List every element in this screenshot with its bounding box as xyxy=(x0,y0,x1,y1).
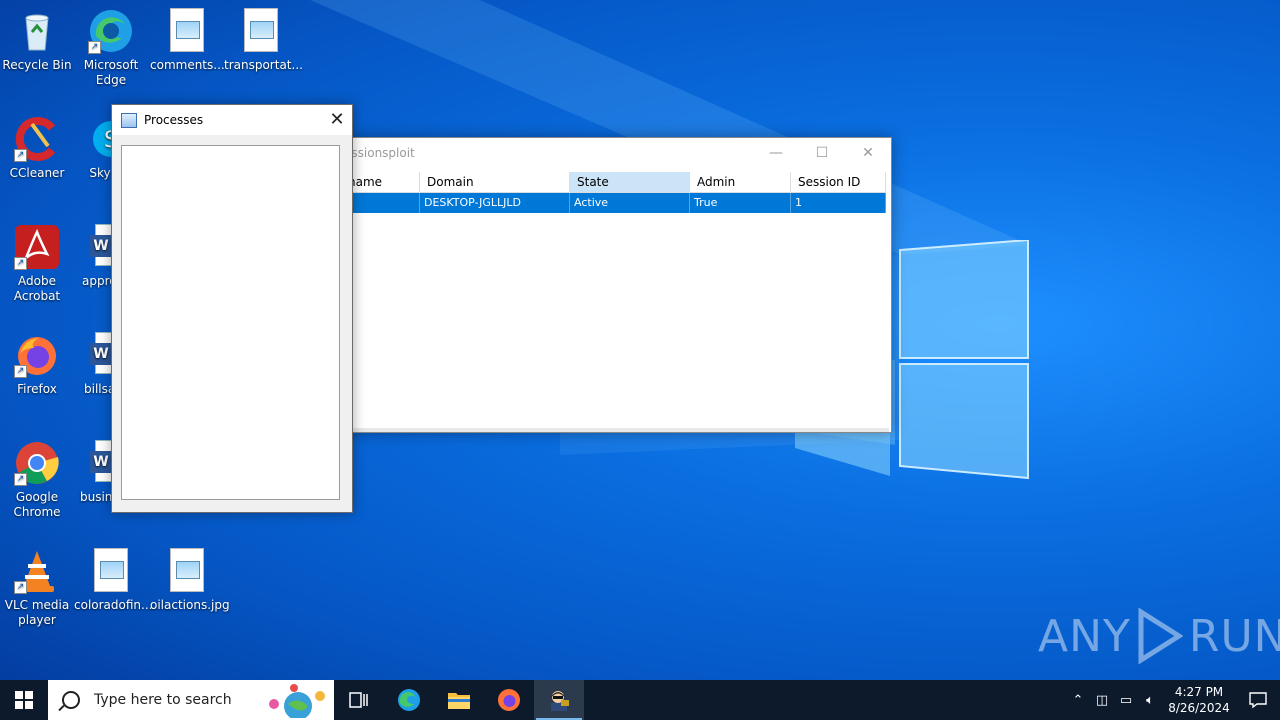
processes-titlebar[interactable]: Processes ✕ xyxy=(112,105,352,135)
column-header-state[interactable]: State xyxy=(570,172,690,193)
desktop-icon-chrome[interactable]: ↗ Google Chrome xyxy=(0,434,74,520)
clock-date: 8/26/2024 xyxy=(1168,701,1230,715)
cell-domain: DESKTOP-JGLLJLD xyxy=(420,193,570,213)
search-icon xyxy=(62,691,80,709)
desktop-icon-transportat[interactable]: transportat... xyxy=(224,2,303,73)
processes-app-icon xyxy=(121,112,137,128)
column-header-admin[interactable]: Admin xyxy=(690,172,791,193)
image-file-icon xyxy=(238,8,284,54)
desktop-icon-skype[interactable]: S Sky xyxy=(74,110,112,181)
shortcut-arrow-icon: ↗ xyxy=(14,365,27,378)
cell-session-id: 1 xyxy=(791,193,886,213)
action-center-button[interactable] xyxy=(1236,691,1280,709)
watermark-text-right: RUN xyxy=(1188,610,1280,662)
minimize-button[interactable]: — xyxy=(753,138,799,168)
network-icon[interactable]: ▭ xyxy=(1114,693,1138,708)
table-header: name Domain State Admin Session ID xyxy=(341,172,887,193)
search-highlight-illustration xyxy=(269,684,325,718)
desktop-icon-oilactions[interactable]: oilactions.jpg xyxy=(150,542,230,613)
desktop-icon-acrobat[interactable]: ↗ Adobe Acrobat xyxy=(0,218,74,304)
taskbar-sessionsploit[interactable] xyxy=(534,680,584,720)
edge-icon: ↗ xyxy=(88,8,134,54)
desktop-icon-firefox[interactable]: ↗ Firefox xyxy=(0,326,74,397)
edge-icon xyxy=(398,689,420,711)
ccleaner-icon: ↗ xyxy=(14,116,60,162)
system-tray: ⌃ ◫ ▭ 🔈︎ 4:27 PM 8/26/2024 xyxy=(1066,680,1280,720)
window-bottom-edge xyxy=(341,428,889,432)
windows-start-icon xyxy=(15,691,33,709)
column-header-domain[interactable]: Domain xyxy=(420,172,570,193)
desktop-icon-edge[interactable]: ↗ Microsoft Edge xyxy=(74,2,148,88)
image-file-icon xyxy=(88,548,134,594)
sessions-window-title: essionsploit xyxy=(344,146,415,160)
cell-state: Active xyxy=(570,193,690,213)
shortcut-arrow-icon: ↗ xyxy=(88,41,101,54)
volume-icon[interactable]: 🔈︎ xyxy=(1138,693,1162,708)
meet-now-icon[interactable]: ◫ xyxy=(1090,693,1114,708)
desktop-icon-busine[interactable]: W busine xyxy=(74,434,112,505)
watermark-text-left: ANY xyxy=(1038,610,1131,662)
recycle-bin-icon xyxy=(14,8,60,54)
maximize-button[interactable]: ☐ xyxy=(799,138,845,168)
desktop-icon-comments[interactable]: comments... xyxy=(150,2,225,73)
taskbar-search-box[interactable]: Type here to search xyxy=(48,680,334,720)
taskbar-clock[interactable]: 4:27 PM 8/26/2024 xyxy=(1162,684,1236,716)
word-doc-icon: W xyxy=(88,224,112,270)
processes-window-title: Processes xyxy=(144,113,204,127)
image-file-icon xyxy=(164,548,210,594)
image-file-icon xyxy=(164,8,210,54)
desktop-icon-coloradofin[interactable]: coloradofin... xyxy=(74,542,152,613)
close-button[interactable]: ✕ xyxy=(845,138,891,168)
taskbar-firefox[interactable] xyxy=(484,680,534,720)
play-logo-icon xyxy=(1138,608,1183,664)
task-view-button[interactable] xyxy=(334,680,384,720)
processes-window[interactable]: Processes ✕ xyxy=(111,104,353,513)
start-button[interactable] xyxy=(0,680,48,720)
sessions-titlebar[interactable]: essionsploit — ☐ ✕ xyxy=(341,138,891,168)
notification-icon xyxy=(1249,692,1267,709)
search-placeholder: Type here to search xyxy=(94,692,232,708)
sessions-window[interactable]: essionsploit — ☐ ✕ name Domain State Adm… xyxy=(340,137,892,433)
task-view-icon xyxy=(349,692,368,708)
clock-time: 4:27 PM xyxy=(1174,685,1224,699)
shortcut-arrow-icon: ↗ xyxy=(14,581,27,594)
chevron-up-icon[interactable]: ⌃ xyxy=(1066,693,1090,708)
close-button[interactable]: ✕ xyxy=(322,105,352,135)
shortcut-arrow-icon: ↗ xyxy=(14,257,27,270)
desktop-icon-appro[interactable]: W appro xyxy=(74,218,112,289)
table-row[interactable]: DESKTOP-JGLLJLD Active True 1 xyxy=(341,193,887,213)
taskbar-file-explorer[interactable] xyxy=(434,680,484,720)
hacker-app-icon xyxy=(551,691,569,711)
firefox-icon: ↗ xyxy=(14,332,60,378)
shortcut-arrow-icon: ↗ xyxy=(14,149,27,162)
shortcut-arrow-icon: ↗ xyxy=(14,473,27,486)
sessions-table: name Domain State Admin Session ID DESKT… xyxy=(341,172,887,213)
word-doc-icon: W xyxy=(88,332,112,378)
file-explorer-icon xyxy=(448,693,470,709)
taskbar: Type here to search ⌃ ◫ ▭ 🔈︎ 4:27 PM 8/2… xyxy=(0,680,1280,720)
column-header-session-id[interactable]: Session ID xyxy=(791,172,886,193)
acrobat-icon: ↗ xyxy=(14,224,60,270)
word-doc-icon: W xyxy=(88,440,112,486)
desktop-icon-vlc[interactable]: ↗ VLC media player xyxy=(0,542,74,628)
chrome-icon: ↗ xyxy=(14,440,60,486)
desktop-icon-recycle-bin[interactable]: Recycle Bin xyxy=(0,2,74,73)
desktop-icon-ccleaner[interactable]: ↗ CCleaner xyxy=(0,110,74,181)
firefox-icon xyxy=(498,689,520,711)
vlc-icon: ↗ xyxy=(14,548,60,594)
desktop-icon-billsa[interactable]: W billsa xyxy=(74,326,112,397)
anyrun-watermark: ANY RUN xyxy=(1038,608,1280,664)
cell-admin: True xyxy=(690,193,791,213)
process-list[interactable] xyxy=(121,145,340,500)
taskbar-edge[interactable] xyxy=(384,680,434,720)
skype-icon: S xyxy=(88,116,112,162)
